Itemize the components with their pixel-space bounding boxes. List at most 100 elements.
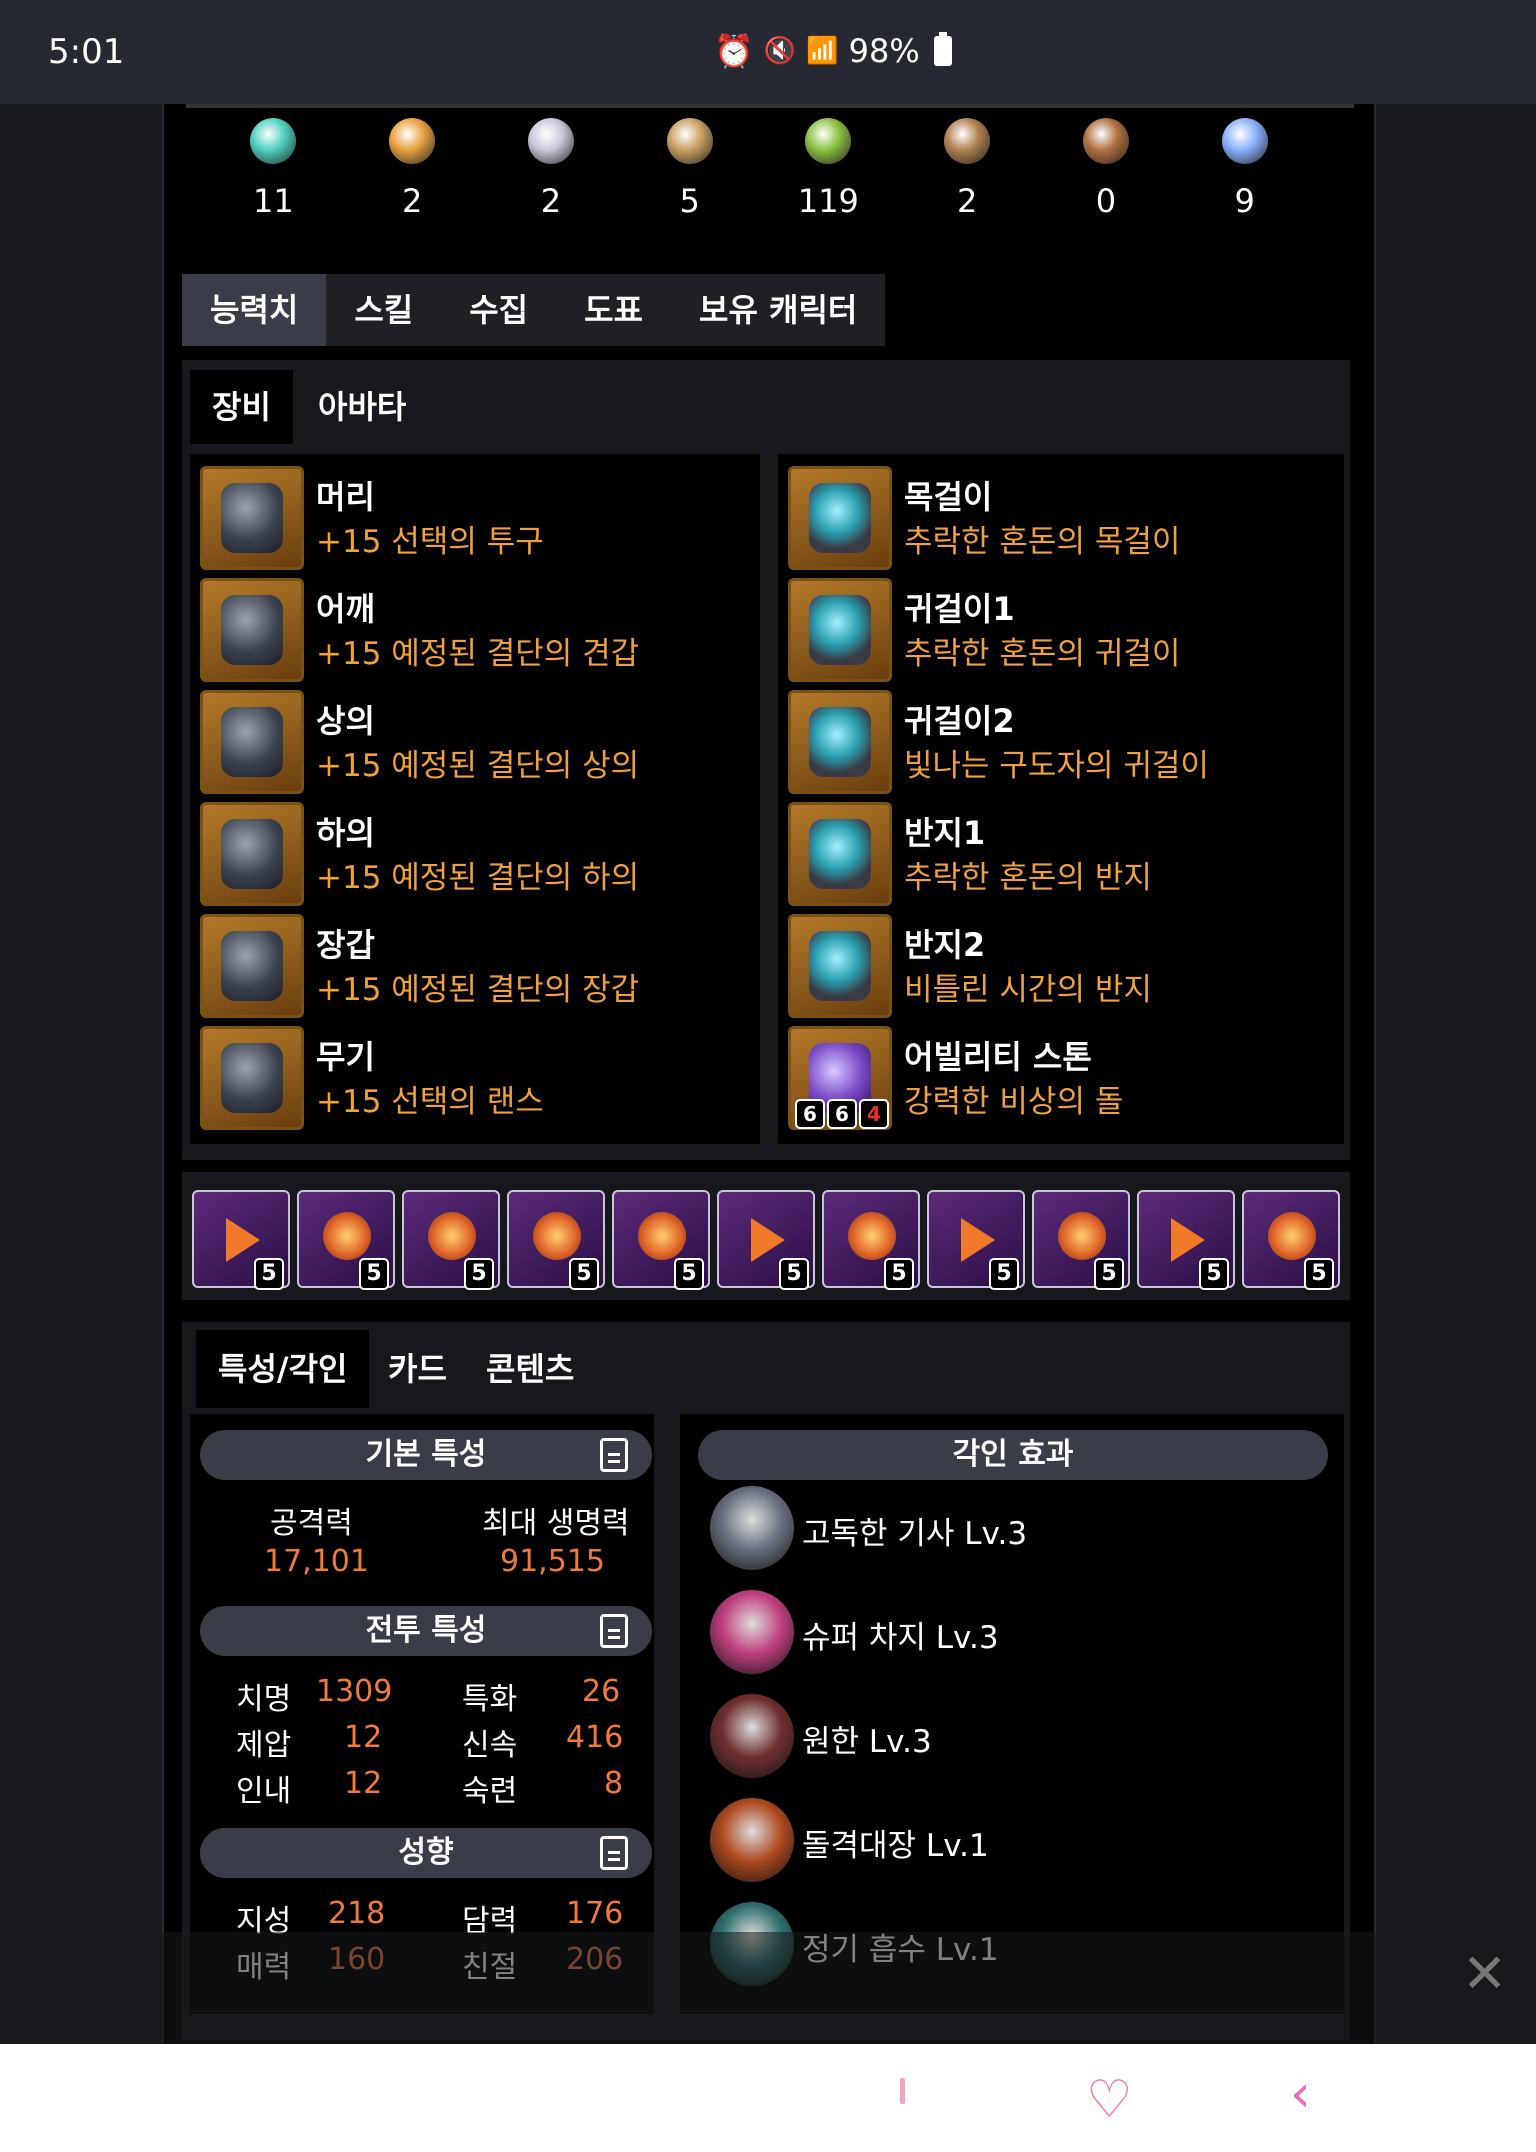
engraving-box: 각인 효과 고독한 기사 Lv.3 슈퍼 차지 Lv.3 원한 Lv.3 돌격대장 L… <box>680 1414 1344 2014</box>
stat-label: 숙련 <box>462 1774 518 1809</box>
equipment-item[interactable]: 6 6 4 어빌리티 스톤 강력한 비상의 돌 <box>788 1026 1328 1130</box>
equipment-item[interactable]: 장갑 +15 예정된 결단의 장갑 <box>200 914 740 1018</box>
equipment-item[interactable]: 반지1 추락한 혼돈의 반지 <box>788 802 1328 906</box>
gem-slot[interactable]: 5 <box>192 1190 290 1290</box>
combat-stats-title: 전투 특성 <box>365 1613 487 1648</box>
equipment-item[interactable]: 머리 +15 선택의 투구 <box>200 466 740 570</box>
resource-count: 0 <box>1095 182 1117 220</box>
equipment-item[interactable]: 귀걸이1 추락한 혼돈의 귀걸이 <box>788 578 1328 682</box>
equipment-name: +15 예정된 결단의 장갑 <box>316 972 640 1008</box>
gem-level-badge: 5 <box>674 1258 704 1290</box>
tab-skill[interactable]: 스킬 <box>326 274 441 346</box>
bottom-overlay <box>0 1932 1536 2044</box>
equipment-slot: 귀걸이2 <box>904 702 1015 740</box>
engraving-item[interactable]: 고독한 기사 Lv.3 <box>710 1486 1310 1576</box>
gem-level-badge: 5 <box>989 1258 1019 1290</box>
engraving-icon <box>710 1486 794 1570</box>
equipment-name: +15 예정된 결단의 상의 <box>316 748 640 784</box>
gem-slot[interactable]: 5 <box>822 1190 920 1290</box>
basic-stats-header: 기본 특성 <box>200 1430 652 1480</box>
gem-level-badge: 5 <box>1199 1258 1229 1290</box>
gem-slot[interactable]: 5 <box>927 1190 1025 1290</box>
equipment-art <box>221 1043 283 1113</box>
gem-slot[interactable]: 5 <box>402 1190 500 1290</box>
equipment-item[interactable]: 하의 +15 예정된 결단의 하의 <box>200 802 740 906</box>
equipment-item[interactable]: 어깨 +15 예정된 결단의 견갑 <box>200 578 740 682</box>
equipment-name: 비틀린 시간의 반지 <box>904 972 1152 1008</box>
crystal-flower-icon <box>1221 118 1268 164</box>
gem-slot[interactable]: 5 <box>1242 1190 1340 1290</box>
gem-orb-icon <box>533 1212 581 1260</box>
equipment-art <box>221 595 283 665</box>
equipment-slot: 하의 <box>316 814 375 852</box>
stat-value: 26 <box>582 1674 621 1709</box>
equipment-name: +15 선택의 투구 <box>316 524 544 560</box>
gem-slot[interactable]: 5 <box>507 1190 605 1290</box>
gem-slot[interactable]: 5 <box>612 1190 710 1290</box>
resource-count: 11 <box>253 182 294 220</box>
stat-label: 특화 <box>462 1682 518 1717</box>
tab-contents[interactable]: 콘텐츠 <box>464 1330 596 1408</box>
engraving-name: 돌격대장 Lv.1 <box>802 1828 989 1864</box>
tab-engraving[interactable]: 특성/각인 <box>196 1330 370 1408</box>
stone-level-badge: 4 <box>859 1099 889 1129</box>
tab-equipment[interactable]: 장비 <box>190 370 293 444</box>
gem-slot[interactable]: 5 <box>297 1190 395 1290</box>
document-icon[interactable] <box>600 1614 628 1648</box>
engraving-name: 고독한 기사 Lv.3 <box>802 1516 1028 1552</box>
resource-count: 5 <box>679 182 700 220</box>
equipment-thumbnail: 664 <box>788 1026 892 1130</box>
document-icon[interactable] <box>600 1836 628 1870</box>
equipment-name: +15 예정된 결단의 견갑 <box>316 636 640 672</box>
document-icon[interactable] <box>600 1438 628 1472</box>
recent-apps-icon[interactable] <box>900 2078 905 2104</box>
equipment-panel: 장비 아바타 머리 +15 선택의 투구 어깨 +15 예정된 결단의 견갑 상의 +15… <box>182 360 1350 1160</box>
engraving-item[interactable]: 돌격대장 Lv.1 <box>710 1798 1310 1888</box>
home-heart-icon[interactable]: ♡ <box>1086 2070 1133 2130</box>
close-icon[interactable]: ✕ <box>1462 1942 1507 2005</box>
tab-chart[interactable]: 도표 <box>556 274 671 346</box>
engraving-item[interactable]: 원한 Lv.3 <box>710 1694 1310 1784</box>
equipment-slot: 장갑 <box>316 926 375 964</box>
attack-label: 공격력 <box>270 1506 353 1541</box>
equipment-item[interactable]: 목걸이 추락한 혼돈의 목걸이 <box>788 466 1328 570</box>
equipment-name: +15 선택의 랜스 <box>316 1084 544 1120</box>
stat-value: 8 <box>604 1766 624 1801</box>
tab-card[interactable]: 카드 <box>366 1330 469 1408</box>
engraving-icon <box>710 1798 794 1882</box>
tab-characters[interactable]: 보유 캐릭터 <box>671 274 885 346</box>
equipment-item[interactable]: 무기 +15 선택의 랜스 <box>200 1026 740 1130</box>
gem-orb-icon <box>638 1212 686 1260</box>
equipment-item[interactable]: 상의 +15 예정된 결단의 상의 <box>200 690 740 794</box>
gem-triangle-icon <box>226 1218 260 1262</box>
tab-avatar[interactable]: 아바타 <box>296 370 428 444</box>
status-icons: ⏰ 🔇 📶 98% <box>714 32 952 70</box>
equipment-name: 강력한 비상의 돌 <box>904 1084 1124 1120</box>
equipment-item[interactable]: 귀걸이2 빛나는 구도자의 귀걸이 <box>788 690 1328 794</box>
main-tabs: 능력치 스킬 수집 도표 보유 캐릭터 <box>182 274 886 346</box>
tab-collection[interactable]: 수집 <box>441 274 556 346</box>
gem-slot[interactable]: 5 <box>1032 1190 1130 1290</box>
resource-count: 2 <box>540 182 562 220</box>
gem-slot[interactable]: 5 <box>717 1190 815 1290</box>
equipment-item[interactable]: 반지2 비틀린 시간의 반지 <box>788 914 1328 1018</box>
stat-value: 218 <box>328 1896 386 1931</box>
equipment-thumbnail <box>788 802 892 906</box>
heart-seed-icon <box>527 118 574 164</box>
resource-item: 2 <box>343 118 482 248</box>
engraving-icon <box>710 1590 794 1674</box>
back-icon[interactable]: ‹ <box>1290 2064 1311 2124</box>
equipment-name: +15 예정된 결단의 하의 <box>316 860 640 896</box>
gem-level-badge: 5 <box>884 1258 914 1290</box>
gem-slot[interactable]: 5 <box>1137 1190 1235 1290</box>
telescope-icon <box>944 118 991 164</box>
sprout-icon <box>805 118 852 164</box>
tab-stats[interactable]: 능력치 <box>182 274 327 346</box>
equipment-thumbnail <box>788 914 892 1018</box>
engraving-name: 원한 Lv.3 <box>802 1724 932 1760</box>
engraving-name: 슈퍼 차지 Lv.3 <box>802 1620 999 1656</box>
engraving-item[interactable]: 슈퍼 차지 Lv.3 <box>710 1590 1310 1680</box>
gem-orb-icon <box>428 1212 476 1260</box>
equipment-slot: 무기 <box>316 1038 375 1076</box>
stat-value: 1309 <box>316 1674 393 1709</box>
